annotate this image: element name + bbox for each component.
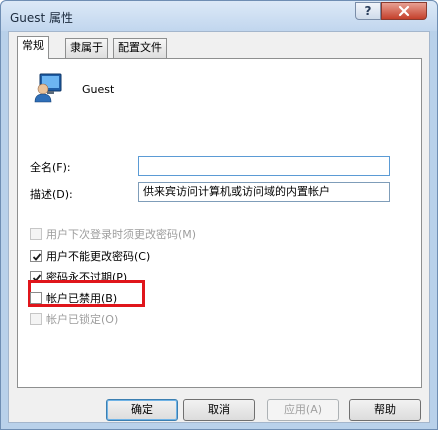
fullname-label: 全名(F): (30, 161, 71, 174)
checkmark-icon (32, 253, 42, 261)
help-title-button[interactable]: ? (355, 2, 381, 20)
must-change-password-checkbox[interactable] (30, 228, 42, 240)
option-cannot-change-password[interactable]: 用户不能更改密码(C) (30, 248, 150, 264)
user-icon (34, 73, 62, 106)
must-change-password-label: 用户下次登录时须更改密码(M) (46, 228, 197, 241)
cancel-button[interactable]: 取消 (183, 399, 255, 421)
account-disabled-label: 帐户已禁用(B) (46, 292, 118, 305)
description-label: 描述(D): (30, 188, 73, 201)
cannot-change-password-checkbox[interactable] (30, 250, 42, 262)
description-input[interactable]: 供来宾访问计算机或访问域的内置帐户 (138, 182, 390, 202)
title-bar[interactable]: Guest 属性 ? (1, 1, 437, 31)
option-account-disabled[interactable]: 帐户已禁用(B) (30, 290, 117, 306)
account-locked-checkbox[interactable] (30, 313, 42, 325)
general-tab-panel: Guest 全名(F): 描述(D): 供来宾访问计算机或访问域的内置帐户 用户… (17, 58, 422, 388)
account-disabled-checkbox[interactable] (30, 292, 42, 304)
tab-member-of[interactable]: 隶属于 (65, 38, 108, 58)
cannot-change-password-label: 用户不能更改密码(C) (46, 250, 151, 263)
window-title: Guest 属性 (10, 11, 74, 25)
fullname-input[interactable] (138, 156, 390, 176)
help-button[interactable]: 帮助 (349, 399, 421, 421)
close-button[interactable] (381, 2, 427, 20)
account-locked-label: 帐户已锁定(O) (46, 313, 119, 326)
ok-button[interactable]: 确定 (106, 399, 178, 421)
close-icon (398, 5, 410, 17)
option-must-change-password[interactable]: 用户下次登录时须更改密码(M) (30, 226, 196, 242)
properties-dialog: Guest 属性 ? 常规 隶属于 配置文件 Guest 全名(F): 描述(D… (0, 0, 438, 430)
user-name: Guest (82, 83, 115, 96)
tab-profile[interactable]: 配置文件 (113, 38, 167, 58)
dialog-client-area: 常规 隶属于 配置文件 Guest 全名(F): 描述(D): 供来宾访问计算机… (8, 31, 430, 423)
option-account-locked[interactable]: 帐户已锁定(O) (30, 311, 118, 327)
apply-button[interactable]: 应用(A) (267, 399, 339, 421)
tab-general[interactable]: 常规 (17, 36, 49, 59)
